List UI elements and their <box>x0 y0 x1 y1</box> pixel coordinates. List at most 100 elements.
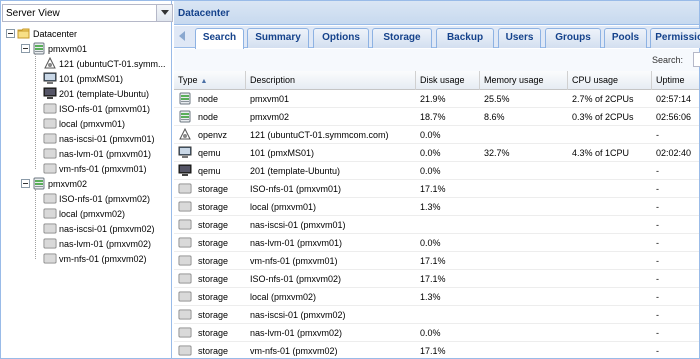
vm-template-icon <box>43 87 57 100</box>
column-header-cpu-usage[interactable]: CPU usage <box>568 71 652 90</box>
cell-type: node <box>174 90 246 108</box>
cell-memory-usage <box>480 252 568 270</box>
cell-cpu-usage <box>568 198 652 216</box>
tree-item-child[interactable]: local (pmxvm02) <box>43 206 125 221</box>
cell-type: openvz <box>174 126 246 144</box>
tree-item-child[interactable]: ISO-nfs-01 (pmxvm02) <box>43 191 150 206</box>
table-row[interactable]: openvz 121 (ubuntuCT-01.symmcom.com) 0.0% - <box>174 126 699 144</box>
table-row[interactable]: storage nas-iscsi-01 (pmxvm01) - <box>174 216 699 234</box>
tree-item-node[interactable]: pmxvm01 <box>21 41 87 56</box>
view-selector[interactable]: Server View <box>2 4 173 22</box>
tree-item-child[interactable]: vm-nfs-01 (pmxvm02) <box>43 251 147 266</box>
table-row[interactable]: storage nas-iscsi-01 (pmxvm02) - <box>174 306 699 324</box>
cell-cpu-usage: 0.3% of 2CPUs <box>572 112 634 122</box>
cell-description: ISO-nfs-01 (pmxvm01) <box>250 184 342 194</box>
tab-scroll-left-button[interactable] <box>177 30 189 44</box>
table-row[interactable]: storage local (pmxvm01) 1.3% - <box>174 198 699 216</box>
tab-users[interactable]: Users <box>498 28 541 48</box>
tree-item-node[interactable]: pmxvm02 <box>21 176 87 191</box>
table-row[interactable]: storage ISO-nfs-01 (pmxvm01) 17.1% - <box>174 180 699 198</box>
column-header-description[interactable]: Description <box>246 71 416 90</box>
cell-description: 201 (template-Ubuntu) <box>250 166 341 176</box>
table-row[interactable]: storage local (pmxvm02) 1.3% - <box>174 288 699 306</box>
collapse-toggle-icon[interactable] <box>21 44 30 53</box>
tree-connector-line <box>35 189 36 259</box>
tab-pools[interactable]: Pools <box>604 28 647 48</box>
tree-item-child[interactable]: 101 (pmxMS01) <box>43 71 123 86</box>
table-row[interactable]: qemu 101 (pmxMS01) 0.0% 32.7% 4.3% of 1CPU 02… <box>174 144 699 162</box>
table-row[interactable]: storage nas-lvm-01 (pmxvm01) 0.0% - <box>174 234 699 252</box>
tree-item-label: 121 (ubuntuCT-01.symm... <box>59 58 166 69</box>
cell-uptime: - <box>656 130 659 140</box>
tree-item-child[interactable]: 121 (ubuntuCT-01.symm... <box>43 56 166 71</box>
cell-type: storage <box>174 198 246 216</box>
cell-disk-usage: 17.1% <box>420 274 446 284</box>
tab-storage[interactable]: Storage <box>372 28 432 48</box>
table-row[interactable]: qemu 201 (template-Ubuntu) 0.0% - <box>174 162 699 180</box>
cell-uptime: - <box>656 184 659 194</box>
cell-description: vm-nfs-01 (pmxvm02) <box>250 346 338 356</box>
tree-item-child[interactable]: nas-lvm-01 (pmxvm01) <box>43 146 151 161</box>
table-row[interactable]: storage ISO-nfs-01 (pmxvm02) 17.1% - <box>174 270 699 288</box>
tab-options[interactable]: Options <box>313 28 369 48</box>
table-row[interactable]: storage nas-lvm-01 (pmxvm02) 0.0% - <box>174 324 699 342</box>
tab-search[interactable]: Search <box>195 28 244 49</box>
column-header-uptime[interactable]: Uptime <box>652 71 700 90</box>
cell-memory-usage <box>480 324 568 342</box>
collapse-toggle-icon[interactable] <box>6 29 15 38</box>
cell-memory-usage <box>480 216 568 234</box>
tree-item-datacenter[interactable]: Datacenter <box>6 26 77 41</box>
type-label: storage <box>198 184 229 194</box>
cell-memory-usage <box>480 162 568 180</box>
dropdown-trigger[interactable] <box>156 5 172 21</box>
tree-item-child[interactable]: local (pmxvm01) <box>43 116 125 131</box>
cell-type: storage <box>174 306 246 324</box>
tab-groups[interactable]: Groups <box>545 28 601 48</box>
cell-disk-usage: 0.0% <box>420 166 441 176</box>
cell-description: nas-iscsi-01 (pmxvm01) <box>250 220 346 230</box>
tab-summary[interactable]: Summary <box>247 28 309 48</box>
tree-item-child[interactable]: nas-iscsi-01 (pmxvm02) <box>43 221 155 236</box>
cell-cpu-usage <box>568 288 652 306</box>
cell-uptime: 02:56:06 <box>656 112 692 122</box>
collapse-toggle-icon[interactable] <box>21 179 30 188</box>
cell-memory-usage <box>480 342 568 358</box>
tree-item-child[interactable]: vm-nfs-01 (pmxvm01) <box>43 161 147 176</box>
cell-cpu-usage <box>568 234 652 252</box>
cell-disk-usage: 17.1% <box>420 184 446 194</box>
type-label: storage <box>198 328 229 338</box>
storage-icon <box>178 236 192 249</box>
cell-cpu-usage <box>568 252 652 270</box>
cell-description: local (pmxvm02) <box>250 292 317 302</box>
column-header-type[interactable]: Type ▲ <box>174 71 246 90</box>
cell-description: 101 (pmxMS01) <box>250 148 315 158</box>
table-row[interactable]: storage vm-nfs-01 (pmxvm02) 17.1% - <box>174 342 699 358</box>
cell-memory-usage <box>480 126 568 144</box>
search-input[interactable] <box>693 52 700 67</box>
type-label: openvz <box>198 130 228 140</box>
cell-description: nas-lvm-01 (pmxvm01) <box>250 238 343 248</box>
cell-cpu-usage <box>568 162 652 180</box>
cell-description: pmxvm01 <box>250 94 290 104</box>
table-row[interactable]: node pmxvm01 21.9% 25.5% 2.7% of 2CPUs 02:57:… <box>174 90 699 108</box>
container-icon <box>178 127 192 141</box>
type-label: node <box>198 94 219 104</box>
sort-ascending-icon[interactable]: ▲ <box>201 78 208 85</box>
vm-icon <box>43 72 57 85</box>
chevron-down-icon <box>161 10 169 15</box>
tree-item-child[interactable]: 201 (template-Ubuntu) <box>43 86 149 101</box>
cell-type: storage <box>174 216 246 234</box>
cell-cpu-usage: 2.7% of 2CPUs <box>572 94 634 104</box>
tab-permissions[interactable]: Permissions <box>650 28 700 48</box>
column-header-disk-usage[interactable]: Disk usage <box>416 71 480 90</box>
tab-backup[interactable]: Backup <box>436 28 494 48</box>
column-header-memory-usage[interactable]: Memory usage <box>480 71 568 90</box>
table-row[interactable]: storage vm-nfs-01 (pmxvm01) 17.1% - <box>174 252 699 270</box>
tree-item-child[interactable]: nas-lvm-01 (pmxvm02) <box>43 236 151 251</box>
cell-cpu-usage <box>568 324 652 342</box>
resource-tree-panel: Server View Datacenter pmxvm01 121 (ubuntu… <box>1 1 173 358</box>
tree-item-child[interactable]: ISO-nfs-01 (pmxvm01) <box>43 101 150 116</box>
tree-item-child[interactable]: nas-iscsi-01 (pmxvm01) <box>43 131 155 146</box>
table-row[interactable]: node pmxvm02 18.7% 8.6% 0.3% of 2CPUs 02:56:0… <box>174 108 699 126</box>
cell-description: ISO-nfs-01 (pmxvm02) <box>250 274 342 284</box>
